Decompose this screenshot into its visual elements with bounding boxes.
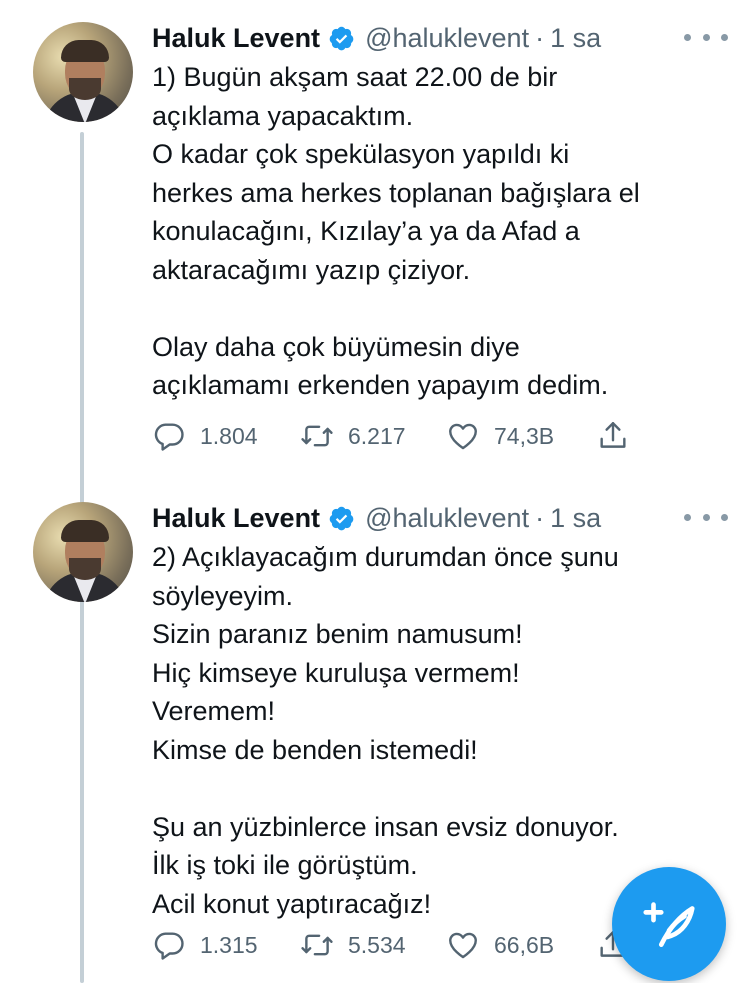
avatar-beard xyxy=(69,558,101,580)
avatar[interactable] xyxy=(33,22,133,122)
retweet-icon xyxy=(301,934,333,956)
retweet-icon xyxy=(301,425,333,447)
share-icon xyxy=(600,422,626,448)
like-count: 74,3B xyxy=(494,422,555,449)
avatar-hair xyxy=(61,520,109,542)
tweet-timestamp[interactable]: 1 sa xyxy=(550,503,601,534)
author-handle[interactable]: @haluklevent xyxy=(365,23,529,54)
author-name[interactable]: Haluk Levent xyxy=(152,23,320,54)
author-name[interactable]: Haluk Levent xyxy=(152,503,320,534)
separator-dot: · xyxy=(535,502,545,533)
tweet-timestamp[interactable]: 1 sa xyxy=(550,23,601,54)
heart-icon xyxy=(449,423,477,450)
reply-icon xyxy=(154,423,184,451)
separator-dot: · xyxy=(535,22,545,53)
reply-button[interactable]: 1.804 xyxy=(152,419,300,453)
tweet-thread: Haluk Levent @haluklevent · 1 sa 1) Bugü… xyxy=(0,0,750,983)
verified-badge-icon xyxy=(329,506,354,530)
like-button[interactable]: 66,6B xyxy=(446,928,596,962)
avatar[interactable] xyxy=(33,502,133,602)
retweet-count: 6.217 xyxy=(348,422,406,449)
retweet-count: 5.534 xyxy=(348,931,406,958)
heart-icon xyxy=(449,932,477,959)
tweet-text: 2) Açıklayacağım durumdan önce şunu söyl… xyxy=(152,542,619,919)
reply-count: 1.315 xyxy=(200,931,258,958)
avatar-hair xyxy=(61,40,109,62)
tweet-actions: 1.315 5.534 66,6B xyxy=(152,925,644,965)
tweet-header: Haluk Levent @haluklevent · 1 sa xyxy=(152,500,601,536)
reply-count: 1.804 xyxy=(200,422,258,449)
more-options-icon[interactable] xyxy=(684,514,728,524)
share-button[interactable] xyxy=(596,419,644,453)
compose-tweet-button[interactable] xyxy=(612,867,726,981)
avatar-beard xyxy=(69,78,101,100)
compose-tweet-icon xyxy=(643,902,695,947)
author-handle[interactable]: @haluklevent xyxy=(365,503,529,534)
tweet-text: 1) Bugün akşam saat 22.00 de bir açıklam… xyxy=(152,62,640,400)
tweet-header: Haluk Levent @haluklevent · 1 sa xyxy=(152,20,601,56)
retweet-button[interactable]: 6.217 xyxy=(300,419,446,453)
like-button[interactable]: 74,3B xyxy=(446,419,596,453)
more-options-icon[interactable] xyxy=(684,34,728,44)
verified-badge-icon xyxy=(329,26,354,50)
retweet-button[interactable]: 5.534 xyxy=(300,928,446,962)
tweet-actions: 1.804 6.217 74,3B xyxy=(152,416,644,456)
reply-icon xyxy=(154,932,184,960)
like-count: 66,6B xyxy=(494,931,555,958)
reply-button[interactable]: 1.315 xyxy=(152,928,300,962)
